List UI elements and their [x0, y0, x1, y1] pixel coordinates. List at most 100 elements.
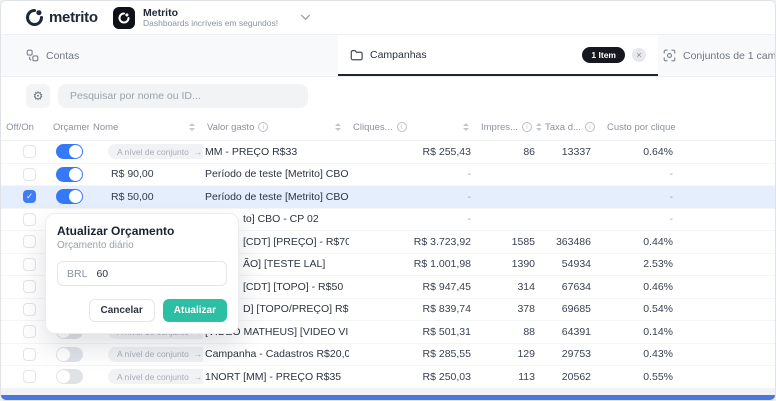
budget-input[interactable] — [96, 268, 217, 280]
campaign-name[interactable]: MM - PREÇO R$33 — [203, 146, 349, 158]
row-checkbox[interactable] — [23, 145, 36, 158]
column-header-rate[interactable]: Taxa d... i — [541, 122, 597, 133]
row-checkbox[interactable] — [23, 280, 36, 293]
cell-clicks: 88 — [477, 326, 541, 338]
sort-icon[interactable] — [189, 123, 195, 131]
cell-impressions: 20562 — [541, 371, 597, 383]
column-label: Off/On — [6, 122, 34, 133]
tab-conjuntos-label: Conjuntos de 1 campan — [683, 50, 776, 62]
off-on-toggle[interactable] — [56, 347, 83, 362]
row-checkbox[interactable] — [23, 303, 36, 316]
cell-clicks: 129 — [477, 348, 541, 360]
tab-conjuntos[interactable]: Conjuntos de 1 campan — [663, 35, 776, 76]
adset-level-pill[interactable]: A nível de conjunto→ — [108, 144, 203, 159]
column-label: Taxa d... — [545, 122, 581, 133]
cell-rate: 0.54% — [597, 303, 679, 315]
cell-spend: R$ 839,74 — [349, 303, 477, 315]
column-label: Custo por clique (CPC) — [607, 122, 679, 133]
search-row: ⚙ — [1, 77, 775, 114]
cell-clicks: 378 — [477, 303, 541, 315]
sort-icon[interactable] — [335, 123, 341, 131]
table-row[interactable]: A nível de conjunto →1NORT [MM] - PREÇO R… — [1, 366, 775, 389]
cell-spend: - — [349, 168, 477, 180]
cell-impressions: 29753 — [541, 348, 597, 360]
column-header-name[interactable]: Nome — [89, 122, 203, 133]
brand-name: metrito — [49, 9, 98, 26]
adset-level-pill[interactable]: A nível de conjunto → — [108, 369, 203, 384]
column-header-impressions[interactable]: Impres...i — [477, 122, 541, 133]
off-on-toggle[interactable] — [56, 369, 83, 384]
column-header-budget[interactable]: Orçamento — [39, 122, 89, 133]
adset-level-label: A nível de conjunto — [117, 147, 189, 157]
row-checkbox[interactable] — [23, 370, 36, 383]
table-row[interactable]: R$ 90,00Período de teste [Metrito] CBO -… — [1, 164, 775, 187]
arrow-right-icon: → — [194, 372, 203, 382]
row-budget-cell: R$ 90,00 — [89, 168, 203, 180]
budget-input-wrap: BRL — [57, 261, 227, 286]
row-checkbox-cell — [1, 303, 39, 316]
campaign-name[interactable]: Período de teste [Metrito] CBO - CP 0 — [203, 191, 349, 203]
row-checkbox[interactable]: ✓ — [23, 190, 36, 203]
cell-impressions: 13337 — [541, 146, 597, 158]
cell-spend: R$ 255,43 — [349, 146, 477, 158]
app-window: metrito Metrito Dashboards incríveis em … — [0, 0, 776, 401]
cell-rate: - — [597, 168, 679, 180]
cell-rate: - — [597, 213, 679, 225]
cell-clicks: 113 — [477, 371, 541, 383]
search-input[interactable] — [58, 84, 308, 108]
row-checkbox[interactable] — [23, 325, 36, 338]
row-checkbox[interactable] — [23, 348, 36, 361]
update-budget-popup: Atualizar Orçamento Orçamento diário BRL… — [45, 213, 239, 334]
tab-contas-label: Contas — [46, 50, 79, 62]
column-header-clicks[interactable]: Cliques...i — [349, 122, 477, 133]
info-icon[interactable]: i — [522, 122, 532, 132]
popup-subtitle: Orçamento diário — [57, 240, 227, 251]
currency-label: BRL — [67, 268, 87, 280]
table-row[interactable]: A nível de conjunto→MM - PREÇO R$33R$ 25… — [1, 141, 775, 164]
adset-level-pill[interactable]: A nível de conjunto→ — [108, 347, 203, 362]
off-on-toggle[interactable] — [56, 189, 83, 204]
campaign-name[interactable]: Período de teste [Metrito] CBO - CP 0 — [203, 168, 349, 180]
metrito-logo-icon — [26, 9, 43, 26]
row-checkbox[interactable] — [23, 258, 36, 271]
off-on-toggle[interactable] — [56, 167, 83, 182]
cancel-button[interactable]: Cancelar — [89, 299, 155, 322]
update-button[interactable]: Atualizar — [163, 299, 227, 322]
tab-campanhas[interactable]: Campanhas 1 Item × — [338, 35, 658, 76]
cell-impressions: 67634 — [541, 281, 597, 293]
off-on-toggle[interactable] — [56, 144, 83, 159]
gear-icon[interactable]: ⚙ — [26, 84, 50, 108]
column-label: Valor gasto — [207, 122, 254, 133]
cell-rate: 0.64% — [597, 146, 679, 158]
arrow-right-icon: → — [194, 349, 203, 359]
campaign-name[interactable]: Campanha - Cadastros R$20,00 — [203, 348, 349, 360]
brand: metrito — [1, 9, 109, 26]
horizontal-scrollbar[interactable] — [1, 395, 775, 400]
row-checkbox[interactable] — [23, 235, 36, 248]
accounts-icon — [26, 49, 39, 62]
cell-clicks: 314 — [477, 281, 541, 293]
row-checkbox-cell — [1, 280, 39, 293]
row-checkbox-cell — [1, 370, 39, 383]
info-icon[interactable]: i — [258, 122, 268, 132]
sort-icon[interactable] — [463, 123, 469, 131]
toggle-knob — [57, 370, 70, 383]
info-icon[interactable]: i — [397, 122, 407, 132]
cell-spend: - — [349, 191, 477, 203]
workspace-subtitle: Dashboards incríveis em segundos! — [143, 19, 278, 29]
workspace-selector[interactable]: Metrito Dashboards incríveis em segundos… — [113, 7, 311, 29]
info-icon[interactable]: i — [585, 122, 595, 132]
budget-value: R$ 50,00 — [111, 191, 154, 203]
cell-rate: 0.43% — [597, 348, 679, 360]
row-checkbox-cell — [1, 213, 39, 226]
close-icon[interactable]: × — [632, 48, 646, 62]
column-header-spend[interactable]: Valor gasto i — [203, 122, 349, 133]
campaign-name[interactable]: 1NORT [MM] - PREÇO R$35 — [203, 371, 349, 383]
row-checkbox[interactable] — [23, 168, 36, 181]
cell-rate: 0.46% — [597, 281, 679, 293]
row-checkbox[interactable] — [23, 213, 36, 226]
adset-level-label: A nível de conjunto — [117, 372, 189, 382]
table-row[interactable]: A nível de conjunto→Campanha - Cadastros… — [1, 344, 775, 367]
table-row[interactable]: ✓ R$ 50,00 Período de teste [Metrito] CBO … — [1, 186, 775, 209]
tab-contas[interactable]: Contas — [26, 35, 79, 76]
